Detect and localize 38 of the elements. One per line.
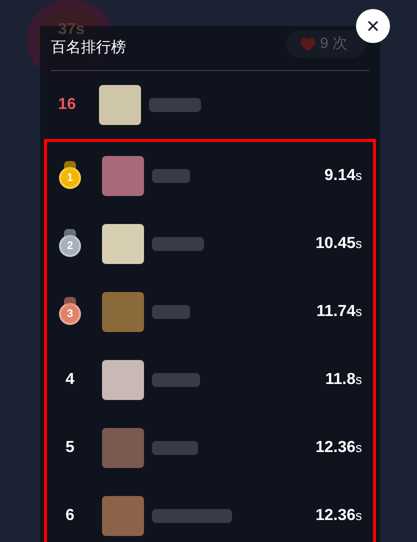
- time-value: 11.74: [316, 302, 356, 322]
- my-rank-number: 16: [58, 95, 76, 115]
- timer-text: 37s: [58, 22, 85, 38]
- close-icon: [365, 18, 381, 34]
- pixelated-name: [152, 373, 200, 387]
- rank-number: 6: [66, 506, 74, 526]
- medal-number: 2: [66, 240, 74, 252]
- pixelated-name: [152, 441, 198, 455]
- leaderboard-title: 百名排行榜: [51, 39, 126, 56]
- time-unit: s: [356, 303, 362, 321]
- avatar-placeholder: [102, 156, 144, 196]
- time-value: 11.8: [325, 370, 356, 390]
- avatar-placeholder: [102, 428, 144, 468]
- avatar-placeholder: [102, 224, 144, 264]
- rank-number: 5: [66, 438, 74, 458]
- time-value: 9.14: [324, 166, 356, 186]
- avatar-placeholder: [102, 292, 144, 332]
- time-unit: s: [356, 439, 362, 457]
- avatar-placeholder: [102, 496, 144, 536]
- pixelated-name: [149, 98, 201, 112]
- pixelated-name: [152, 237, 204, 251]
- time-unit: s: [356, 167, 362, 185]
- time-value: 10.45: [315, 234, 356, 254]
- avatar-placeholder: [102, 360, 144, 400]
- avatar-placeholder: [99, 85, 141, 125]
- medal-number: 3: [66, 308, 74, 320]
- medal-number: 1: [66, 172, 74, 184]
- time-unit: s: [356, 371, 362, 389]
- time-value: 12.36: [315, 438, 356, 458]
- heart-icon: [300, 36, 316, 52]
- lives-text: 9 次: [320, 34, 348, 54]
- time-unit: s: [356, 507, 362, 525]
- pixelated-name: [152, 305, 190, 319]
- pixelated-name: [152, 169, 190, 183]
- time-value: 12.36: [315, 506, 356, 526]
- close-button[interactable]: [356, 9, 390, 43]
- rank-number: 4: [66, 370, 74, 390]
- time-unit: s: [356, 235, 362, 253]
